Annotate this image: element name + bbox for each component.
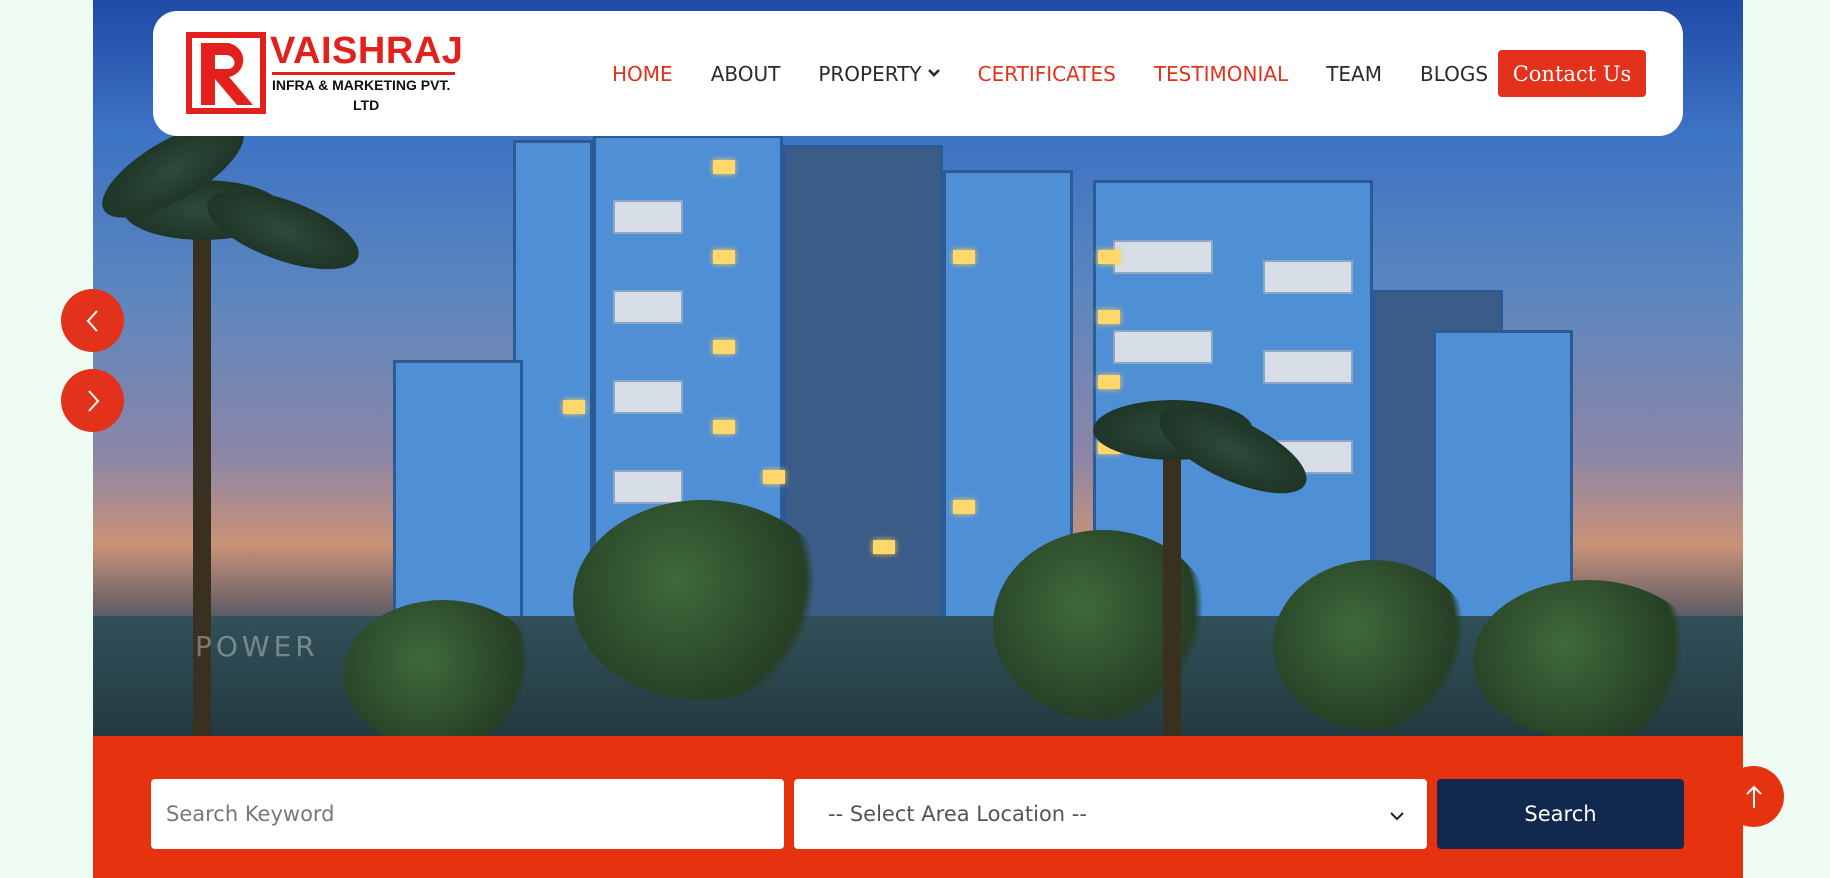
nav-item-label: BLOGS	[1419, 61, 1489, 86]
tree-shape	[573, 500, 833, 700]
brand-subtitle-line1: INFRA & MARKETING PVT.	[272, 77, 451, 93]
balcony-shape	[1113, 330, 1213, 364]
nav-item-blogs[interactable]: BLOGS	[1420, 62, 1488, 86]
building-shape	[513, 140, 593, 620]
window-light	[713, 250, 735, 264]
area-location-value: -- Select Area Location --	[828, 802, 1087, 826]
nav-item-label: CERTIFICATES	[977, 61, 1116, 86]
window-light	[1098, 250, 1120, 264]
nav-item-label: TEAM	[1326, 61, 1382, 86]
chevron-left-icon	[86, 309, 98, 332]
building-shape	[1433, 330, 1573, 620]
property-search-bar: -- Select Area Location -- Search	[93, 736, 1743, 878]
building-shape	[393, 360, 523, 620]
balcony-shape	[1113, 240, 1213, 274]
tree-shape	[1473, 580, 1703, 736]
nav-item-label: TESTIMONIAL	[1153, 61, 1289, 86]
brand-rule	[272, 72, 455, 75]
nav-item-label: PROPERTY	[818, 61, 922, 86]
nav-item-label: ABOUT	[710, 61, 781, 86]
chevron-right-icon	[87, 389, 99, 412]
slider-next-button[interactable]	[61, 369, 124, 432]
nav-item-about[interactable]: ABOUT	[711, 62, 781, 86]
contact-us-button[interactable]: Contact Us	[1498, 50, 1646, 97]
search-button[interactable]: Search	[1437, 779, 1684, 849]
site-header: VAISHRAJ INFRA & MARKETING PVT. LTD HOME…	[153, 11, 1683, 136]
window-light	[953, 250, 975, 264]
search-keyword-input[interactable]	[151, 779, 784, 849]
window-light	[713, 420, 735, 434]
slider-prev-button[interactable]	[61, 289, 124, 352]
palm-trunk	[1163, 450, 1181, 736]
arrow-up-icon	[1745, 785, 1762, 808]
nav-item-testimonial[interactable]: TESTIMONIAL	[1154, 62, 1288, 86]
window-light	[763, 470, 785, 484]
scroll-to-top-button[interactable]	[1723, 766, 1784, 827]
balcony-shape	[613, 200, 683, 234]
balcony-shape	[1263, 350, 1353, 384]
nav-item-team[interactable]: TEAM	[1326, 62, 1382, 86]
palm-frond	[197, 174, 369, 286]
area-location-select[interactable]: -- Select Area Location --	[794, 779, 1427, 849]
hero-watermark: POWER	[195, 630, 319, 663]
window-light	[713, 340, 735, 354]
brand-logo[interactable]: VAISHRAJ INFRA & MARKETING PVT. LTD	[186, 30, 463, 114]
window-light	[1098, 375, 1120, 389]
nav-item-label: HOME	[612, 61, 673, 86]
chevron-down-icon	[927, 67, 940, 81]
nav-item-home[interactable]: HOME	[612, 62, 673, 86]
window-light	[953, 500, 975, 514]
logo-mark-icon	[186, 32, 266, 114]
window-light	[873, 540, 895, 554]
nav-item-certificates[interactable]: CERTIFICATES	[978, 62, 1116, 86]
main-nav: HOME ABOUT PROPERTY CERTIFICATES TESTIMO…	[612, 11, 1526, 136]
nav-item-property[interactable]: PROPERTY	[818, 61, 940, 86]
balcony-shape	[613, 290, 683, 324]
brand-name: VAISHRAJ	[270, 30, 464, 72]
balcony-shape	[1263, 260, 1353, 294]
balcony-shape	[613, 470, 683, 504]
window-light	[1098, 310, 1120, 324]
chevron-down-icon	[1389, 803, 1405, 827]
balcony-shape	[613, 380, 683, 414]
brand-subtitle-line2: LTD	[353, 97, 380, 113]
window-light	[563, 400, 585, 414]
tree-shape	[1273, 560, 1473, 730]
window-light	[713, 160, 735, 174]
